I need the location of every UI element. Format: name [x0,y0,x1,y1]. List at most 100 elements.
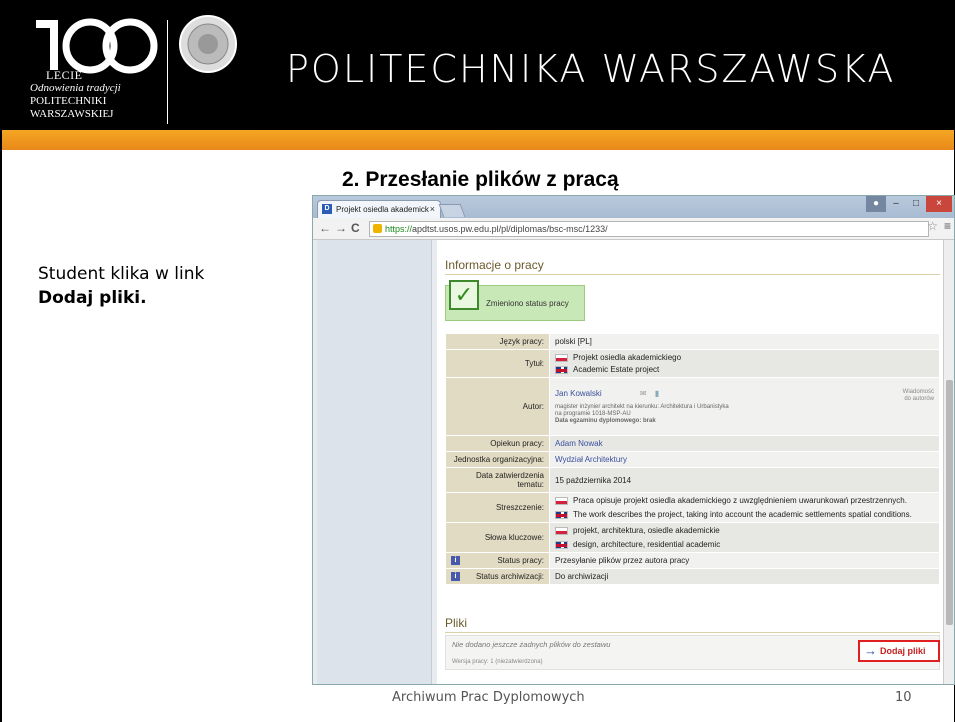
add-files-button[interactable]: → Dodaj pliki [858,640,940,662]
add-files-label: Dodaj pliki [880,646,926,656]
header-bar: LECIE Odnowienia tradycji POLITECHNIKI W… [2,0,954,130]
archive-label-cell: i Status archiwizacji: [445,568,550,585]
status-value: Przesyłanie plików przez autora pracy [549,552,940,569]
flag-uk-icon [555,510,568,519]
university-name: POLITECHNIKA WARSZAWSKA [286,47,896,91]
url-scheme: https:// [385,224,413,234]
keywords-pl: projekt, architektura, osiedle akademick… [573,526,720,535]
document-icon[interactable]: ▮ [655,389,659,398]
maximize-icon[interactable]: □ [906,196,926,212]
section-files-heading: Pliki [445,616,940,633]
title-en: Academic Estate project [573,365,660,374]
flag-pl-icon [555,526,568,535]
window-close-icon[interactable]: × [926,196,952,212]
no-files-message: Nie dodano jeszcze żadnych plików do zes… [452,640,611,649]
menu-icon[interactable]: ≡ [944,219,951,233]
title-pl: Projekt osiedla akademickiego [573,353,682,362]
author-detail2: na programie 1018-MSP-AU [555,410,631,417]
footer-text: Archiwum Prac Dyplomowych [392,690,585,705]
version-info: Wersja pracy: 1 (niezatwierdzona) [452,659,543,665]
browser-window: D Projekt osiedla akademick × ● – □ × ← … [312,195,955,685]
author-label: Autor: [445,377,550,436]
flag-uk-icon [555,540,568,549]
new-tab-button[interactable] [438,204,466,217]
scrollbar-thumb[interactable] [946,380,953,625]
header-divider [167,20,168,124]
forward-icon[interactable]: → [335,221,347,235]
table-row: i Status archiwizacji: Do archiwizacji [445,568,940,585]
info-table: Język pracy: polski [PL] Tytuł: Projekt … [445,333,940,585]
left-sidebar [317,240,432,684]
bookmark-star-icon[interactable]: ☆ [927,219,938,233]
table-row: Jednostka organizacyjna: Wydział Archite… [445,451,940,468]
page-viewport: Informacje o pracy ✓ Zmieniono status pr… [313,240,945,684]
browser-tab-bar: D Projekt osiedla akademick × ● – □ × [313,196,954,218]
lang-label: Język pracy: [445,333,550,350]
archive-value: Do archiwizacji [549,568,940,585]
browser-tab[interactable]: D Projekt osiedla akademick × [317,200,441,218]
unit-link[interactable]: Wydział Architektury [555,455,627,464]
author-detail3: Data egzaminu dyplomowego: brak [555,417,656,424]
table-row: Data zatwierdzenia tematu: 15 październi… [445,467,940,493]
date-value: 15 października 2014 [549,467,940,493]
abstract-pl: Praca opisuje projekt osiedla akademicki… [573,496,907,505]
table-row: Słowa kluczowe: projekt, architektura, o… [445,522,940,553]
logo-line2: Odnowienia tradycji [30,82,121,94]
section-info-heading: Informacje o pracy [445,258,940,275]
archive-label: Status archiwizacji: [475,572,544,581]
table-row: Opiekun pracy: Adam Nowak [445,435,940,452]
table-row: Autor: Wiadomość do autorów Jan Kowalski… [445,377,940,436]
author-link[interactable]: Jan Kowalski [555,389,602,398]
keywords-en: design, architecture, residential academ… [573,540,721,549]
supervisor-label: Opiekun pracy: [445,435,550,452]
scrollbar[interactable] [943,240,954,684]
status-message: Zmieniono status pracy [486,299,569,308]
status-label: Status pracy: [497,556,544,565]
url-path: apdtst.usos.pw.edu.pl/pl/diplomas/bsc-ms… [412,224,608,234]
browser-nav-bar: ← → C https://apdtst.usos.pw.edu.pl/pl/d… [313,218,954,240]
abstract-label: Streszczenie: [445,492,550,523]
table-row: Tytuł: Projekt osiedla akademickiego Aca… [445,349,940,378]
table-row: Język pracy: polski [PL] [445,333,940,350]
table-row: Streszczenie: Praca opisuje projekt osie… [445,492,940,523]
logo-lecie: LECIE [46,68,83,82]
date-label: Data zatwierdzenia tematu: [445,467,550,493]
lang-value: polski [PL] [549,333,940,350]
title-label: Tytuł: [445,349,550,378]
checkmark-icon: ✓ [449,280,479,310]
flag-pl-icon [555,353,568,362]
info-icon[interactable]: i [451,556,460,565]
unit-label: Jednostka organizacyjna: [445,451,550,468]
reload-icon[interactable]: C [351,221,360,235]
table-row: i Status pracy: Przesyłanie plików przez … [445,552,940,569]
logo-text: LECIE Odnowienia tradycji POLITECHNIKI W… [30,69,150,121]
user-icon[interactable]: ● [866,196,886,212]
logo-line3: POLITECHNIKI [30,95,107,107]
flag-uk-icon [555,365,568,374]
slide: LECIE Odnowienia tradycji POLITECHNIKI W… [0,0,955,722]
keywords-label: Słowa kluczowe: [445,522,550,553]
lock-icon [373,224,382,233]
slide-title: 2. Przesłanie plików z pracą [342,168,619,191]
page-content: Informacje o pracy ✓ Zmieniono status pr… [437,240,943,684]
back-icon[interactable]: ← [319,221,331,235]
author-values: Wiadomość do autorów Jan Kowalski ✉ ▮ ma… [549,377,940,436]
tab-close-icon[interactable]: × [430,204,435,214]
status-label-cell: i Status pracy: [445,552,550,569]
message-authors-1: Wiadomość [902,388,934,395]
info-icon[interactable]: i [451,572,460,581]
abstract-en: The work describes the project, taking i… [573,510,912,519]
author-detail1: magister inżynier architekt na kierunku:… [555,403,729,410]
minimize-icon[interactable]: – [886,196,906,212]
logo-line4: WARSZAWSKIEJ [30,108,114,120]
arrow-right-icon: → [864,643,877,658]
page-number: 10 [895,690,912,705]
email-icon[interactable]: ✉ [640,389,647,398]
favicon-icon: D [322,204,332,214]
flag-pl-icon [555,496,568,505]
message-authors-link[interactable]: Wiadomość do autorów [903,389,934,403]
instruction-line1: Student klika w link [38,264,205,284]
message-authors-2: do autorów [904,395,934,402]
supervisor-link[interactable]: Adam Nowak [555,439,603,448]
address-bar[interactable]: https://apdtst.usos.pw.edu.pl/pl/diploma… [369,221,929,237]
